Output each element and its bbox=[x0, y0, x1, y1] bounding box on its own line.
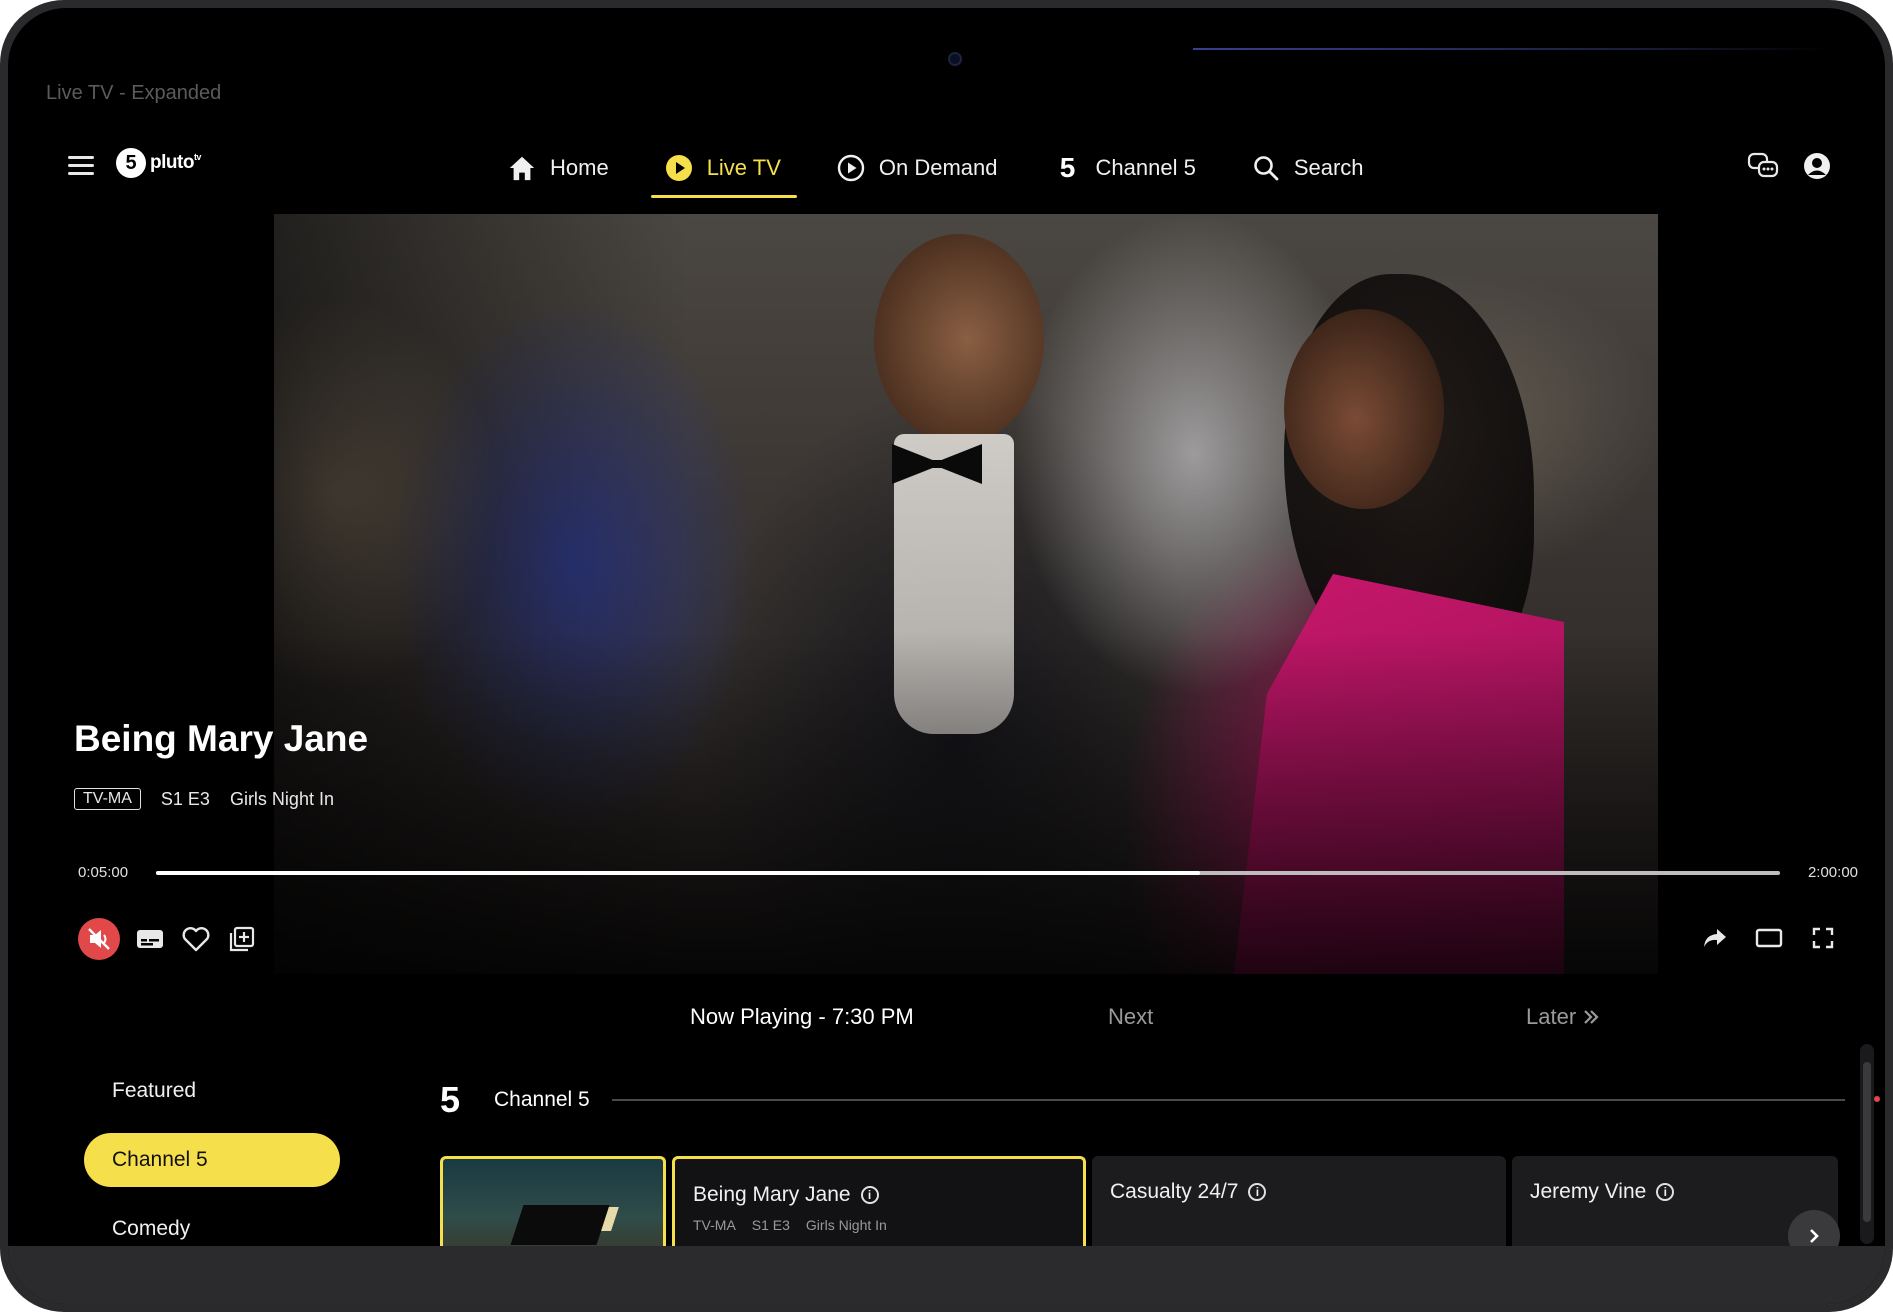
top-navigation: 5 plutotv Home Live TV On Demand 5 Chann… bbox=[8, 138, 1885, 198]
channel5-icon: 5 bbox=[1059, 152, 1076, 183]
player-controls-right bbox=[1699, 922, 1839, 954]
menu-icon[interactable] bbox=[68, 156, 94, 176]
time-elapsed: 0:05:00 bbox=[78, 864, 129, 881]
program-episode: S1 E3 bbox=[751, 1217, 790, 1233]
play-circle-icon bbox=[665, 154, 693, 182]
live-indicator bbox=[1874, 1096, 1880, 1102]
pluto-logo[interactable]: 5 plutotv bbox=[116, 148, 201, 178]
info-icon[interactable]: i bbox=[1656, 1183, 1675, 1201]
channel-row-header: 5 Channel 5 bbox=[440, 1079, 1845, 1121]
nav-home-label: Home bbox=[550, 155, 609, 180]
home-icon bbox=[508, 154, 536, 182]
scrollbar-thumb[interactable] bbox=[1863, 1062, 1871, 1222]
category-channel-5[interactable]: Channel 5 bbox=[84, 1133, 340, 1187]
channel-divider bbox=[611, 1099, 1845, 1101]
heart-icon[interactable] bbox=[180, 923, 212, 955]
theater-mode-icon[interactable] bbox=[1753, 922, 1785, 954]
language-icon[interactable] bbox=[1747, 150, 1779, 182]
time-total: 2:00:00 bbox=[1807, 864, 1858, 881]
tablet-frame: Live TV - Expanded 5 plutotv Home Live T… bbox=[0, 0, 1893, 1312]
nav-search[interactable]: Search bbox=[1250, 146, 1366, 190]
share-icon[interactable] bbox=[1699, 922, 1731, 954]
player-controls-left bbox=[78, 918, 258, 960]
chevron-right-icon bbox=[1810, 1229, 1819, 1243]
nav-tabs: Home Live TV On Demand 5 Channel 5 Searc… bbox=[506, 146, 1418, 198]
program-title-row: Casualty 24/7 i bbox=[1110, 1180, 1488, 1204]
logo-text: plutotv bbox=[150, 152, 201, 173]
video-player[interactable] bbox=[274, 214, 1658, 974]
top-right-icons bbox=[1747, 150, 1833, 182]
program-title-row: Being Mary Jane i bbox=[693, 1183, 1065, 1207]
nav-channel-5-label: Channel 5 bbox=[1095, 155, 1196, 180]
program-title: Casualty 24/7 bbox=[1110, 1180, 1239, 1203]
show-title: Being Mary Jane bbox=[74, 718, 369, 759]
next-label[interactable]: Next bbox=[1108, 1004, 1153, 1030]
program-tile-next[interactable]: Casualty 24/7 i bbox=[1092, 1156, 1506, 1256]
account-icon[interactable] bbox=[1801, 150, 1833, 182]
program-tiles: Being Mary Jane i TV-MA S1 E3 Girls Nigh… bbox=[440, 1156, 1838, 1256]
channel-name: Channel 5 bbox=[494, 1088, 590, 1111]
episode-meta: TV-MA S1 E3 Girls Night In bbox=[74, 788, 334, 810]
episode-number: S1 E3 bbox=[160, 788, 210, 809]
category-list: Featured Channel 5 Comedy bbox=[84, 1064, 340, 1271]
subtitles-icon[interactable] bbox=[134, 923, 166, 955]
play-outline-icon bbox=[837, 154, 865, 182]
channel-logo[interactable]: 5 bbox=[440, 1079, 480, 1121]
guide-time-header: Now Playing - 7:30 PM Next Later bbox=[8, 1004, 1885, 1034]
nav-live-tv[interactable]: Live TV bbox=[650, 146, 798, 198]
later-label: Later bbox=[1526, 1004, 1577, 1029]
window-title: Live TV - Expanded bbox=[46, 82, 222, 104]
bottom-bar bbox=[8, 1246, 1885, 1304]
edge-glow bbox=[1193, 48, 1833, 50]
program-title: Being Mary Jane bbox=[693, 1183, 851, 1206]
program-episode-title: Girls Night In bbox=[805, 1217, 887, 1233]
thumbnail-graphic bbox=[510, 1205, 610, 1245]
program-title: Jeremy Vine bbox=[1530, 1180, 1647, 1203]
nav-on-demand[interactable]: On Demand bbox=[835, 146, 1000, 190]
app-screen: Live TV - Expanded 5 plutotv Home Live T… bbox=[8, 8, 1885, 1304]
fullscreen-icon[interactable] bbox=[1807, 922, 1839, 954]
later-button[interactable]: Later bbox=[1526, 1004, 1600, 1030]
program-meta: TV-MA S1 E3 Girls Night In bbox=[693, 1217, 1065, 1233]
nav-on-demand-label: On Demand bbox=[878, 155, 998, 180]
channel-thumbnail[interactable] bbox=[440, 1156, 666, 1256]
info-icon[interactable]: i bbox=[1248, 1183, 1267, 1201]
progress-fill bbox=[156, 871, 1201, 875]
rating-badge: TV-MA bbox=[74, 788, 141, 810]
nav-search-label: Search bbox=[1293, 155, 1364, 180]
guide-scrollbar[interactable] bbox=[1860, 1044, 1874, 1244]
episode-title: Girls Night In bbox=[229, 788, 334, 809]
logo-mark: 5 bbox=[116, 148, 146, 178]
nav-channel-5[interactable]: 5 Channel 5 bbox=[1052, 146, 1198, 190]
program-tile-current[interactable]: Being Mary Jane i TV-MA S1 E3 Girls Nigh… bbox=[672, 1156, 1086, 1256]
program-title-row: Jeremy Vine i bbox=[1530, 1180, 1820, 1204]
now-playing-label: Now Playing - 7:30 PM bbox=[690, 1004, 914, 1029]
category-featured[interactable]: Featured bbox=[84, 1064, 340, 1118]
progress-track[interactable] bbox=[156, 871, 1780, 875]
program-rating: TV-MA bbox=[693, 1217, 736, 1233]
add-to-list-icon[interactable] bbox=[226, 923, 258, 955]
info-icon[interactable]: i bbox=[860, 1186, 879, 1204]
video-overlay-gradient bbox=[274, 214, 1658, 974]
double-chevron-right-icon bbox=[1584, 1010, 1599, 1024]
mute-icon[interactable] bbox=[78, 918, 120, 960]
nav-live-tv-label: Live TV bbox=[706, 155, 781, 180]
front-camera bbox=[948, 52, 962, 66]
nav-home[interactable]: Home bbox=[506, 146, 611, 190]
progress-bar: 0:05:00 2:00:00 bbox=[78, 862, 1858, 882]
search-icon bbox=[1252, 154, 1280, 182]
